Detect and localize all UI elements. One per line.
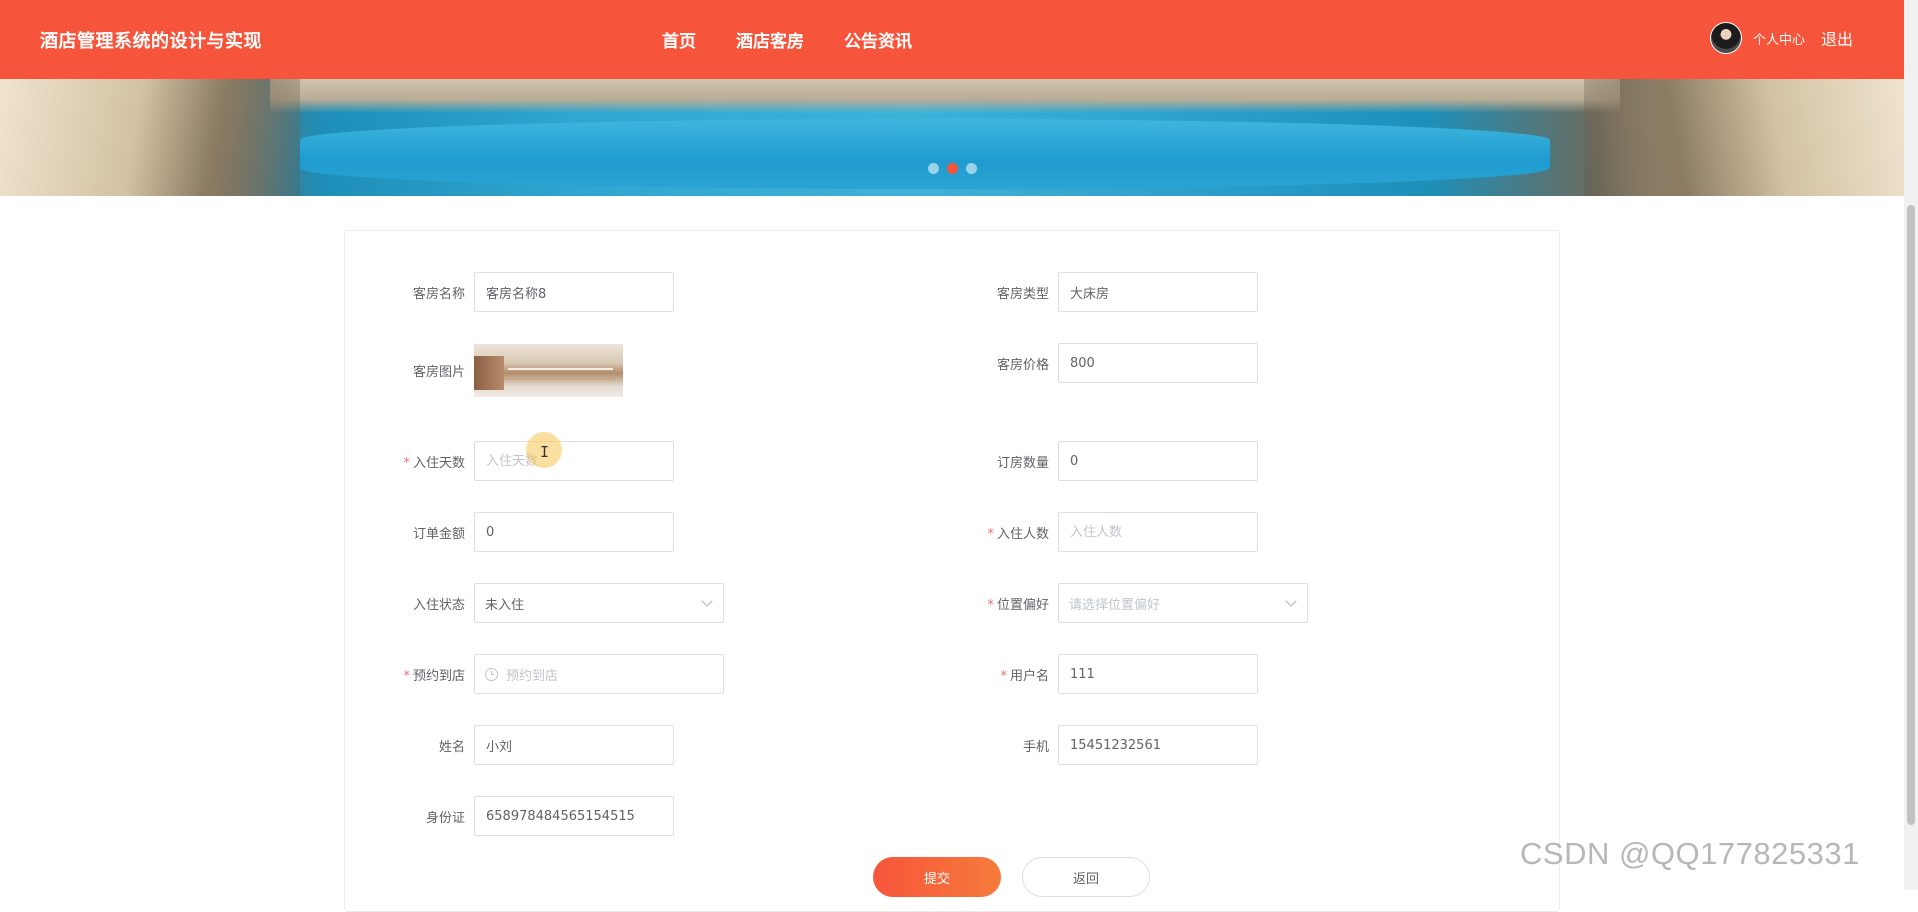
stay-days-label: * 入住天数 [344, 452, 474, 471]
required-asterisk: * [987, 526, 994, 542]
field-booking-count: 订房数量 [928, 441, 1258, 481]
field-stay-days: * 入住天数 [344, 441, 674, 481]
field-arrival-time: * 预约到店 预约到店 [344, 654, 724, 694]
required-asterisk: * [1000, 668, 1007, 684]
room-type-label: 客房类型 [996, 286, 1049, 302]
carousel-indicators [928, 163, 977, 174]
id-card-input[interactable] [474, 796, 674, 836]
page-scrollbar[interactable] [1904, 0, 1918, 890]
banner-deck-left [0, 79, 300, 196]
room-name-input[interactable] [474, 272, 674, 312]
chevron-down-icon [1285, 595, 1297, 607]
avatar[interactable] [1710, 22, 1742, 54]
room-image-thumbnail[interactable] [474, 344, 623, 397]
guest-count-label-text: 入住人数 [996, 526, 1049, 542]
field-phone: 手机 [928, 725, 1258, 765]
main-nav: 首页 酒店客房 公告资讯 [662, 27, 952, 52]
required-asterisk: * [403, 668, 410, 684]
username-label-text: 用户名 [1009, 668, 1049, 684]
submit-button[interactable]: 提交 [873, 857, 1001, 897]
nav-home[interactable]: 首页 [662, 27, 696, 52]
required-asterisk: * [403, 455, 410, 471]
room-image-detail [504, 378, 614, 380]
location-pref-select[interactable]: 请选择位置偏好 [1058, 583, 1308, 623]
location-pref-label-text: 位置偏好 [996, 597, 1049, 613]
field-username: * 用户名 [928, 654, 1258, 694]
chevron-down-icon [701, 595, 713, 607]
room-image-detail [508, 368, 613, 370]
room-name-label: 客房名称 [412, 286, 465, 302]
nav-hotel-rooms[interactable]: 酒店客房 [736, 27, 804, 52]
carousel-dot[interactable] [966, 163, 977, 174]
clock-icon [485, 667, 498, 681]
site-title[interactable]: 酒店管理系统的设计与实现 [40, 27, 262, 53]
top-navbar: 酒店管理系统的设计与实现 首页 酒店客房 公告资讯 个人中心 退出 [0, 0, 1904, 79]
field-room-price: 客房价格 [928, 343, 1258, 383]
username-input[interactable] [1058, 654, 1258, 694]
field-order-amount: 订单金额 [344, 512, 674, 552]
guest-count-input[interactable] [1058, 512, 1258, 552]
arrival-time-label-text: 预约到店 [412, 668, 465, 684]
nav-announcements[interactable]: 公告资讯 [844, 27, 912, 52]
required-asterisk: * [987, 597, 994, 613]
field-name: 姓名 [344, 725, 674, 765]
field-id-card: 身份证 [344, 796, 674, 836]
checkin-status-select[interactable]: 未入住 [474, 583, 724, 623]
back-button[interactable]: 返回 [1022, 857, 1150, 897]
scrollbar-thumb[interactable] [1907, 205, 1915, 825]
booking-count-label: 订房数量 [996, 455, 1049, 471]
checkin-status-label: 入住状态 [412, 597, 465, 613]
logout-link[interactable]: 退出 [1821, 26, 1853, 50]
location-pref-label: * 位置偏好 [928, 594, 1058, 613]
phone-input[interactable] [1058, 725, 1258, 765]
phone-label: 手机 [1022, 739, 1049, 755]
username-label: * 用户名 [928, 665, 1058, 684]
field-room-type: 客房类型 [928, 272, 1258, 312]
id-card-label: 身份证 [425, 810, 465, 826]
field-checkin-status: 入住状态 未入住 [344, 583, 724, 623]
watermark: CSDN @QQ177825331 [1520, 836, 1860, 871]
field-guest-count: * 入住人数 [928, 512, 1258, 552]
field-room-name: 客房名称 [344, 272, 674, 312]
room-price-input[interactable] [1058, 343, 1258, 383]
room-price-label: 客房价格 [996, 357, 1049, 373]
room-image-label: 客房图片 [412, 365, 465, 380]
checkin-status-value: 未入住 [485, 597, 525, 613]
hero-banner [0, 79, 1904, 196]
user-area: 个人中心 退出 [1710, 22, 1853, 54]
stay-days-label-text: 入住天数 [412, 455, 465, 471]
field-room-image: 客房图片 [344, 344, 623, 397]
arrival-time-picker[interactable]: 预约到店 [474, 654, 724, 694]
room-type-input[interactable] [1058, 272, 1258, 312]
stay-days-input[interactable] [474, 441, 674, 481]
name-input[interactable] [474, 725, 674, 765]
carousel-dot[interactable] [928, 163, 939, 174]
room-image-detail [474, 356, 504, 390]
banner-pool-image [300, 119, 1550, 189]
arrival-time-label: * 预约到店 [344, 665, 474, 684]
user-center-link[interactable]: 个人中心 [1753, 29, 1805, 48]
location-pref-placeholder: 请选择位置偏好 [1069, 597, 1161, 613]
name-label: 姓名 [438, 739, 465, 755]
guest-count-label: * 入住人数 [928, 523, 1058, 542]
booking-count-input[interactable] [1058, 441, 1258, 481]
carousel-dot-active[interactable] [947, 163, 958, 174]
banner-background [270, 79, 1620, 113]
field-location-pref: * 位置偏好 请选择位置偏好 [928, 583, 1308, 623]
arrival-time-placeholder: 预约到店 [506, 668, 559, 684]
order-amount-label: 订单金额 [412, 526, 465, 542]
order-amount-input[interactable] [474, 512, 674, 552]
banner-deck-right [1584, 79, 1904, 196]
